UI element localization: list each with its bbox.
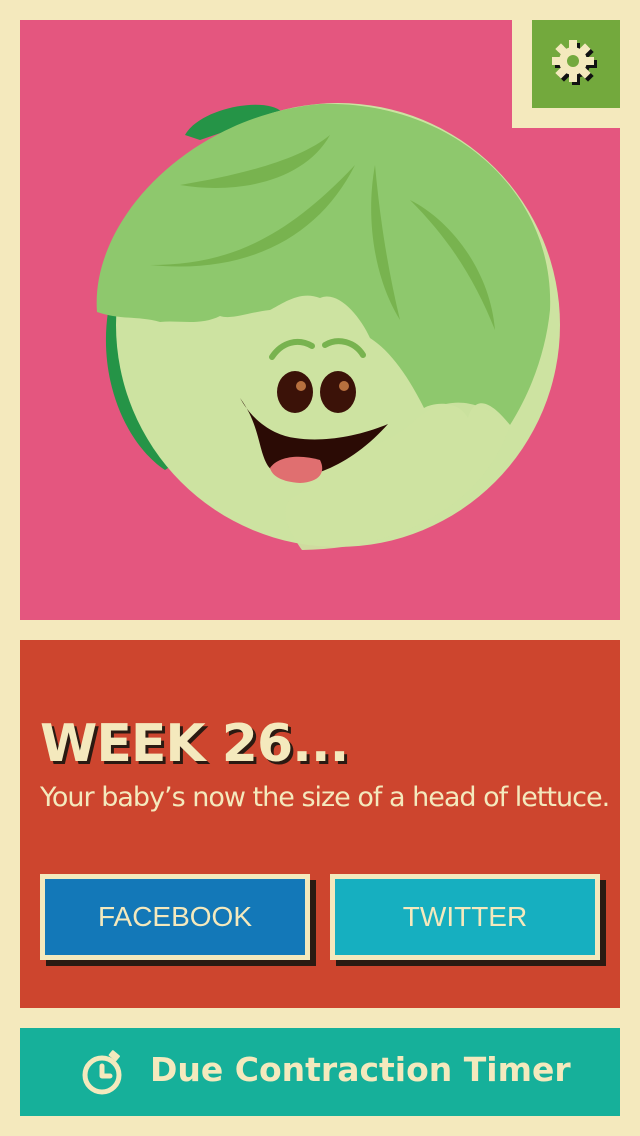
facebook-button-label: FACEBOOK: [97, 901, 253, 932]
timer-label: Due Contraction Timer: [150, 1050, 571, 1089]
twitter-button-label: TWITTER: [402, 901, 528, 932]
week-info-card: WEEK 26... Your baby’s now the size of a…: [20, 640, 620, 1008]
twitter-share-button[interactable]: TWITTER: [330, 874, 600, 960]
gear-icon: [552, 40, 597, 85]
stopwatch-icon: [82, 1050, 122, 1095]
settings-button[interactable]: [532, 20, 620, 108]
facebook-share-button[interactable]: FACEBOOK: [40, 874, 310, 960]
size-description: Your baby’s now the size of a head of le…: [40, 782, 610, 813]
contraction-timer-button[interactable]: Due Contraction Timer: [20, 1028, 620, 1116]
week-title: WEEK 26...: [40, 714, 349, 774]
